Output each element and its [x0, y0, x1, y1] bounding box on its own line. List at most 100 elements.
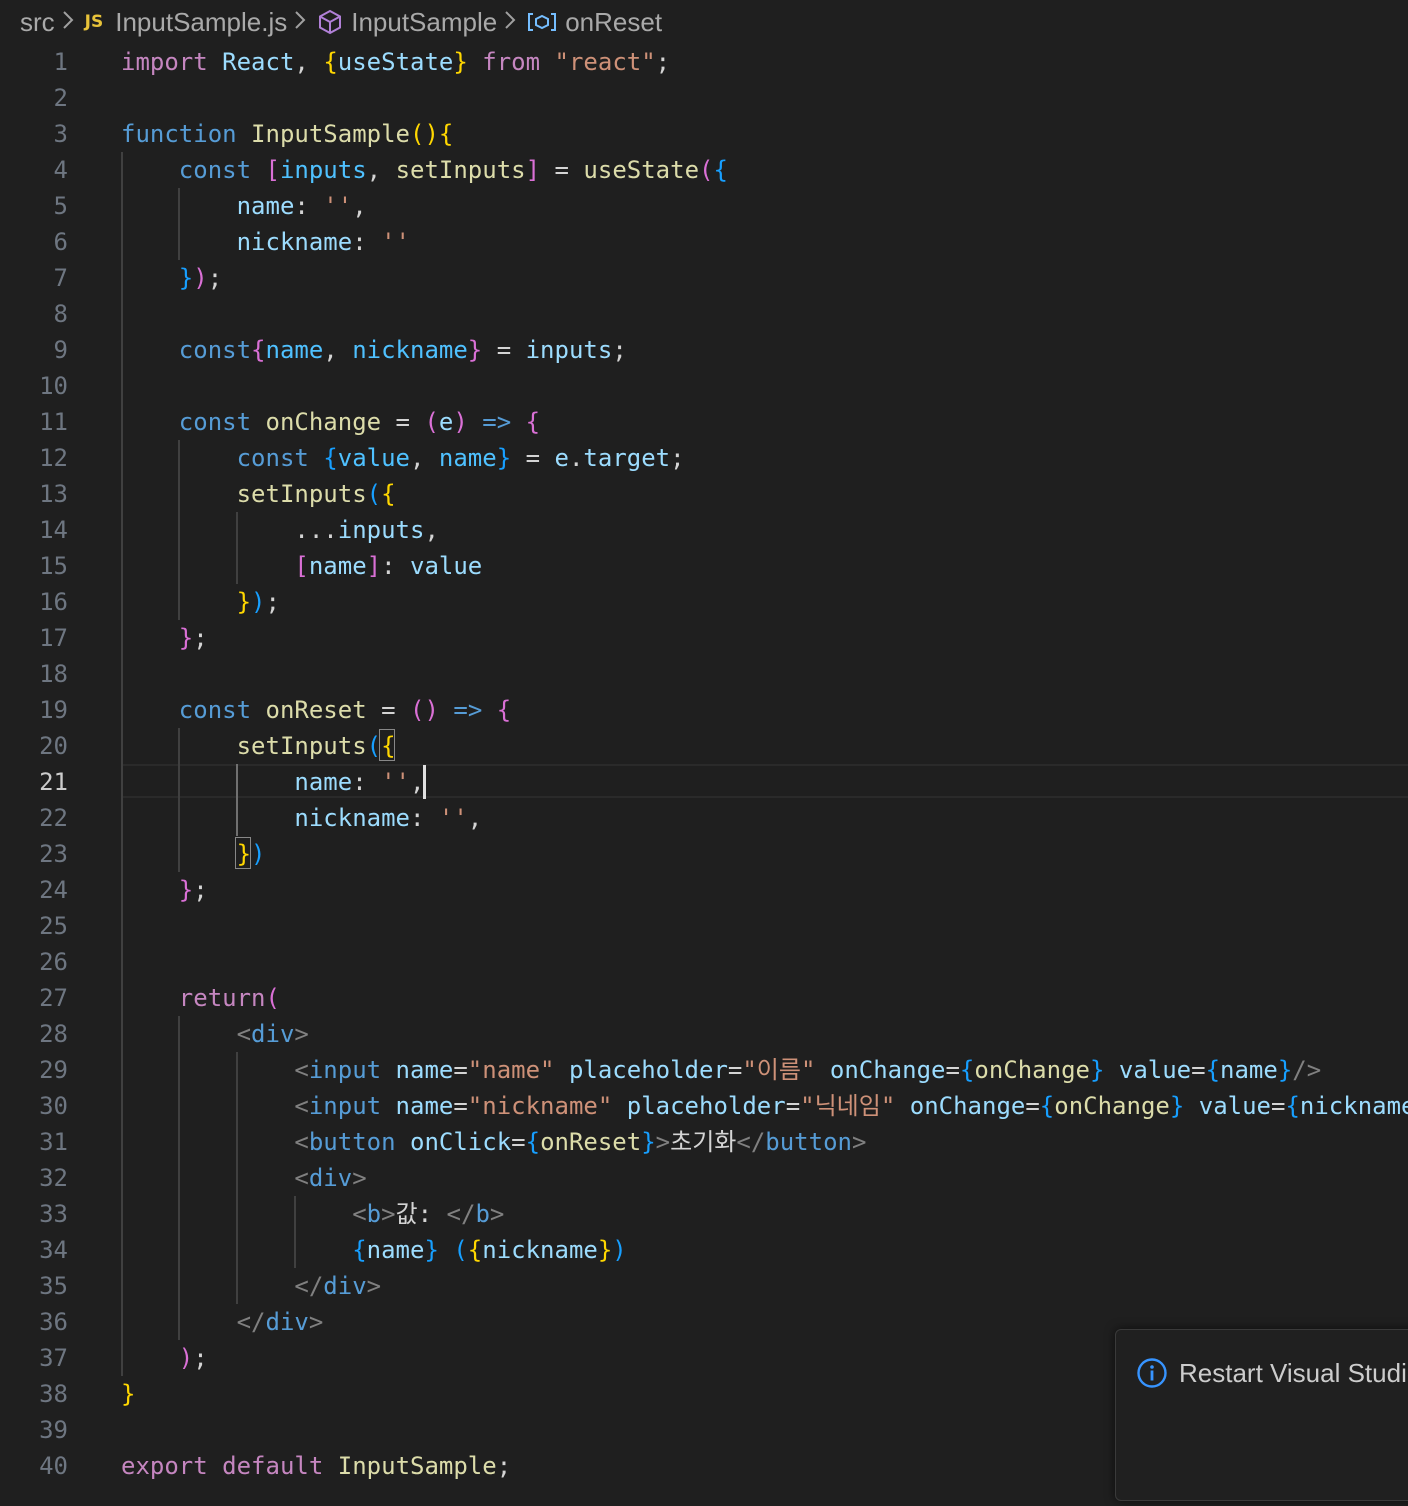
code-line[interactable] [121, 80, 1408, 116]
breadcrumb-symbol[interactable]: onReset [523, 7, 662, 38]
indent-guide [236, 1052, 238, 1304]
code-token: > [308, 1308, 324, 1336]
line-number: 11 [39, 408, 68, 436]
code-token: > [851, 1128, 867, 1156]
code-line[interactable]: setInputs({ [121, 728, 1408, 764]
code-line[interactable]: }); [121, 584, 1408, 620]
notification-toast[interactable]: Restart Visual Studio Code to apply the … [1115, 1329, 1408, 1501]
code-line[interactable]: <button onClick={onReset}>초기화</button> [121, 1124, 1408, 1160]
code-line[interactable] [121, 368, 1408, 404]
text-cursor [423, 765, 426, 799]
code-line[interactable] [121, 296, 1408, 332]
code-token: { [323, 444, 338, 472]
code-token: { [1039, 1092, 1055, 1120]
code-line[interactable]: [name]: value [121, 548, 1408, 584]
code-token: value [337, 444, 410, 472]
code-token: return [178, 984, 266, 1012]
code-token: value [410, 552, 483, 580]
code-line[interactable]: import React, {useState} from "react"; [121, 44, 1408, 80]
code-token: , [467, 804, 483, 832]
code-line[interactable]: const [inputs, setInputs] = useState({ [121, 152, 1408, 188]
code-token: ) [251, 840, 266, 868]
javascript-file-icon: JS [84, 12, 104, 32]
code-line[interactable]: }; [121, 620, 1408, 656]
code-token: { [352, 1236, 367, 1264]
code-line[interactable]: }) [121, 836, 1408, 872]
code-area[interactable]: import React, {useState} from "react"; fu… [121, 44, 1408, 1484]
code-token: { [323, 48, 338, 76]
code-token: inputs [279, 156, 367, 184]
code-token: > [655, 1128, 671, 1156]
code-token: } [121, 1380, 136, 1408]
indent-guide [294, 1196, 296, 1268]
code-token: = [1025, 1092, 1040, 1120]
line-number: 21 [39, 768, 68, 796]
code-token: /> [1292, 1056, 1322, 1084]
line-number: 40 [39, 1452, 68, 1480]
code-token: onClick [410, 1128, 512, 1156]
code-token: , [410, 444, 439, 472]
code-token: } [424, 1236, 439, 1264]
code-token: > [381, 1200, 396, 1228]
code-token: = [785, 1092, 801, 1120]
code-token: </ [446, 1200, 476, 1228]
code-line[interactable]: const onReset = () => { [121, 692, 1408, 728]
code-token: } [178, 624, 194, 652]
code-line[interactable]: name: '', [121, 764, 1408, 800]
code-line[interactable]: ...inputs, [121, 512, 1408, 548]
code-line[interactable]: }); [121, 260, 1408, 296]
code-token: ( [424, 408, 439, 436]
code-line[interactable]: const onChange = (e) => { [121, 404, 1408, 440]
code-line[interactable]: <div> [121, 1160, 1408, 1196]
code-line[interactable]: <div> [121, 1016, 1408, 1052]
breadcrumb-file[interactable]: JS InputSample.js [81, 7, 288, 38]
line-number: 36 [39, 1308, 68, 1336]
code-line[interactable] [121, 944, 1408, 980]
code-line[interactable]: nickname: '' [121, 224, 1408, 260]
code-line[interactable]: return( [121, 980, 1408, 1016]
code-token: = [366, 696, 411, 724]
code-line[interactable]: <input name="nickname" placeholder="닉네임"… [121, 1088, 1408, 1124]
code-token: nickname [352, 336, 468, 364]
code-editor[interactable]: 1 2 3 4 5 6 7 8 9 10 11 12 13 14 15 16 17 18 19 20 21 22 23 24 2… [0, 44, 1408, 1506]
indent-guide [178, 1016, 180, 1340]
code-line[interactable]: {name} ({nickname}) [121, 1232, 1408, 1268]
code-line[interactable]: name: '', [121, 188, 1408, 224]
code-line[interactable]: function InputSample(){ [121, 116, 1408, 152]
line-number: 15 [39, 552, 68, 580]
code-line[interactable]: </div> [121, 1268, 1408, 1304]
code-line[interactable]: }; [121, 872, 1408, 908]
code-line[interactable]: <b>값: </b> [121, 1196, 1408, 1232]
code-line[interactable]: nickname: '', [121, 800, 1408, 836]
code-line[interactable]: setInputs({ [121, 476, 1408, 512]
code-token: onChange [1054, 1092, 1170, 1120]
code-line[interactable]: <input name="name" placeholder="이름" onCh… [121, 1052, 1408, 1088]
code-token: = [540, 156, 584, 184]
code-token: ; [193, 1344, 208, 1372]
code-line[interactable] [121, 908, 1408, 944]
breadcrumb-folder[interactable]: src [20, 7, 55, 38]
code-token: { [713, 156, 728, 184]
code-line[interactable] [121, 656, 1408, 692]
code-token: name [438, 444, 497, 472]
code-line[interactable]: const{name, nickname} = inputs; [121, 332, 1408, 368]
code-line[interactable]: const {value, name} = e.target; [121, 440, 1408, 476]
code-token: () [410, 696, 439, 724]
line-number: 14 [39, 516, 68, 544]
code-token: } [453, 48, 468, 76]
breadcrumb: src JS InputSample.js InputSample onRese… [20, 0, 662, 44]
line-number: 24 [39, 876, 68, 904]
breadcrumb-component[interactable]: InputSample [313, 7, 497, 38]
line-number: 13 [39, 480, 68, 508]
code-token: < [294, 1164, 309, 1192]
